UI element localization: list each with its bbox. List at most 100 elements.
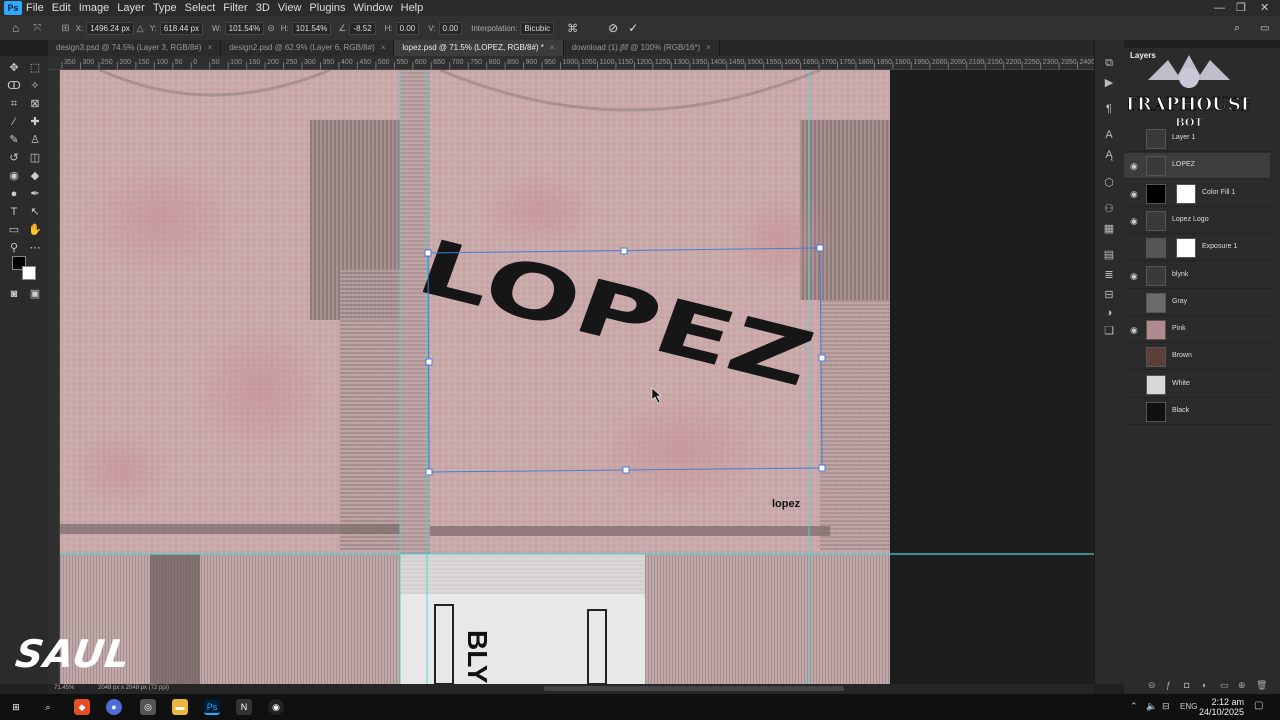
tab-design2[interactable]: design2.psd @ 62.9% (Layer 6, RGB/8#) × — [221, 40, 395, 56]
brush-tool-icon[interactable]: ✎ — [5, 132, 23, 148]
tab-download[interactable]: download (1).jfif @ 100% (RGB/16*) × — [563, 40, 720, 56]
home-icon[interactable]: ⌂ — [12, 21, 19, 35]
vertical-ruler[interactable] — [48, 70, 60, 684]
link-icon[interactable]: ⊝ — [267, 23, 275, 34]
layer-row[interactable]: White — [1124, 372, 1270, 398]
layer-name[interactable]: Black — [1172, 407, 1189, 414]
close-icon[interactable]: × — [550, 43, 555, 52]
menu-filter[interactable]: Filter — [219, 0, 251, 16]
glyphs-panel-icon[interactable]: Ą — [1102, 148, 1116, 162]
layer-row[interactable]: ◉ blynk — [1124, 263, 1270, 289]
layer-name[interactable]: Pink — [1172, 325, 1186, 332]
menu-type[interactable]: Type — [149, 0, 181, 16]
layer-thumbnail[interactable] — [1146, 320, 1166, 341]
fx-icon[interactable]: ƒ — [1166, 680, 1171, 690]
frame-tool-icon[interactable]: ⊠ — [26, 96, 44, 112]
properties-panel-icon[interactable]: ⊟ — [1102, 288, 1116, 302]
adjustments-panel-icon[interactable]: ≣ — [1102, 268, 1116, 282]
color-panel-icon[interactable]: ◑ — [1102, 306, 1116, 320]
rectangle-tool-icon[interactable]: ▭ — [5, 222, 23, 238]
menu-3d[interactable]: 3D — [252, 0, 274, 16]
width-field[interactable]: 101.54% — [224, 21, 265, 35]
close-icon[interactable]: × — [381, 43, 386, 52]
menu-view[interactable]: View — [274, 0, 306, 16]
new-group-icon[interactable]: ▭ — [1220, 680, 1229, 691]
clock[interactable]: 2:12 am 24/10/2025 — [1199, 697, 1244, 717]
layer-thumbnail[interactable] — [1146, 210, 1166, 231]
menu-select[interactable]: Select — [181, 0, 220, 16]
layer-name[interactable]: Lopez Logo — [1172, 216, 1209, 223]
move-tool-icon[interactable]: ✥ — [5, 60, 23, 76]
channels-panel-icon[interactable]: ⚇ — [1102, 202, 1116, 216]
layer-thumbnail[interactable] — [1146, 238, 1166, 259]
layer-row[interactable]: ◉ Color Fill 1 — [1124, 181, 1270, 207]
layer-name[interactable]: Brown — [1172, 352, 1192, 359]
delta-icon[interactable]: △ — [137, 23, 144, 34]
tray-chevron-icon[interactable]: ⌃ — [1130, 701, 1138, 712]
speaker-icon[interactable]: 🔈 — [1146, 701, 1157, 712]
layer-thumbnail[interactable] — [1146, 292, 1166, 313]
blur-tool-icon[interactable]: ◆ — [26, 168, 44, 184]
layer-row[interactable]: ◉ LOPEZ — [1124, 153, 1270, 180]
zoom-readout[interactable]: 71.45% — [54, 685, 74, 691]
dodge-tool-icon[interactable]: ● — [5, 186, 23, 202]
character-panel-icon[interactable]: A — [1102, 128, 1116, 142]
libraries-panel-icon[interactable]: ▦ — [1102, 222, 1116, 236]
add-mask-icon[interactable]: ◘ — [1184, 680, 1189, 690]
bucket-tool-icon[interactable]: ◉ — [5, 168, 23, 184]
menu-edit[interactable]: Edit — [48, 0, 75, 16]
layers-panel-icon[interactable]: ❏ — [1102, 324, 1116, 338]
notifications-icon[interactable]: ▢ — [1254, 700, 1263, 711]
layer-row[interactable]: ◉ Pink — [1124, 317, 1270, 344]
layer-thumbnail[interactable] — [1146, 129, 1166, 149]
document-canvas[interactable]: BLYNK LOPEZ lopez — [60, 70, 1094, 684]
angle-field[interactable]: -8.52 — [349, 21, 376, 35]
layer-row[interactable]: Brown — [1124, 344, 1270, 371]
stamp-tool-icon[interactable]: ♙ — [26, 132, 44, 148]
menu-help[interactable]: Help — [397, 0, 428, 16]
path-select-icon[interactable]: ↖ — [26, 204, 44, 220]
layer-thumbnail[interactable] — [1146, 265, 1166, 286]
y-field[interactable]: 618.44 px — [159, 21, 203, 35]
menu-image[interactable]: Image — [75, 0, 114, 16]
zoom-tool-icon[interactable]: ⚲ — [5, 240, 23, 256]
file-explorer-icon[interactable]: ▬ — [172, 699, 188, 715]
layer-row[interactable]: Exposure 1 — [1124, 235, 1270, 262]
transform-tool-icon[interactable]: ⤧ — [33, 23, 41, 34]
reference-point-icon[interactable]: ⊞ — [61, 23, 69, 34]
layer-name[interactable]: LOPEZ — [1172, 161, 1195, 168]
capcut-icon[interactable]: N — [236, 699, 252, 715]
horizontal-scrollbar[interactable] — [544, 686, 844, 691]
photoshop-logo-icon[interactable]: Ps — [4, 1, 22, 15]
layer-mask-thumbnail[interactable] — [1176, 238, 1196, 259]
screen-mode-icon[interactable]: ▣ — [26, 286, 44, 302]
cancel-transform-icon[interactable]: ⊘ — [608, 21, 618, 35]
close-icon[interactable]: × — [706, 43, 711, 52]
pen-tool-icon[interactable]: ✒ — [26, 186, 44, 202]
background-color-swatch[interactable] — [22, 266, 36, 280]
layer-name[interactable]: Gray — [1172, 298, 1187, 305]
h-skew-field[interactable]: 0.00 — [395, 21, 420, 35]
windows-start-icon[interactable]: ⊞ — [8, 699, 24, 715]
workspace-icon[interactable]: ▭ — [1260, 23, 1269, 34]
layer-name[interactable]: Layer 1 — [1172, 134, 1195, 141]
healing-brush-icon[interactable]: ✚ — [26, 114, 44, 130]
menu-window[interactable]: Window — [350, 0, 397, 16]
chrome-icon[interactable]: ● — [106, 699, 122, 715]
lasso-tool-icon[interactable]: ↀ — [5, 78, 23, 94]
crop-tool-icon[interactable]: ⌗ — [5, 96, 23, 112]
tab-lopez[interactable]: lopez.psd @ 71.5% (LOPEZ, RGB/8#) * × — [394, 40, 564, 56]
layer-row[interactable]: Black — [1124, 399, 1270, 425]
visibility-eye-icon[interactable]: ◉ — [1130, 216, 1140, 227]
actions-panel-icon[interactable]: ▶ — [1102, 76, 1116, 90]
close-icon[interactable]: × — [208, 43, 213, 52]
steam-icon[interactable]: ◎ — [140, 699, 156, 715]
tab-design3[interactable]: design3.psd @ 74.5% (Layer 3, RGB/8#) × — [48, 40, 222, 56]
horizontal-ruler[interactable]: 350 300 250 200 150 100 50 0 50 100 150 200 250 300 35… — [48, 56, 1094, 70]
paragraph-panel-icon[interactable]: ¶ — [1102, 102, 1116, 116]
type-tool-icon[interactable]: T — [5, 204, 23, 220]
layer-thumbnail[interactable] — [1146, 374, 1166, 395]
new-layer-icon[interactable]: ⊕ — [1238, 680, 1246, 691]
delete-layer-icon[interactable]: 🗑 — [1256, 680, 1267, 691]
close-icon[interactable]: ✕ — [1260, 0, 1269, 16]
